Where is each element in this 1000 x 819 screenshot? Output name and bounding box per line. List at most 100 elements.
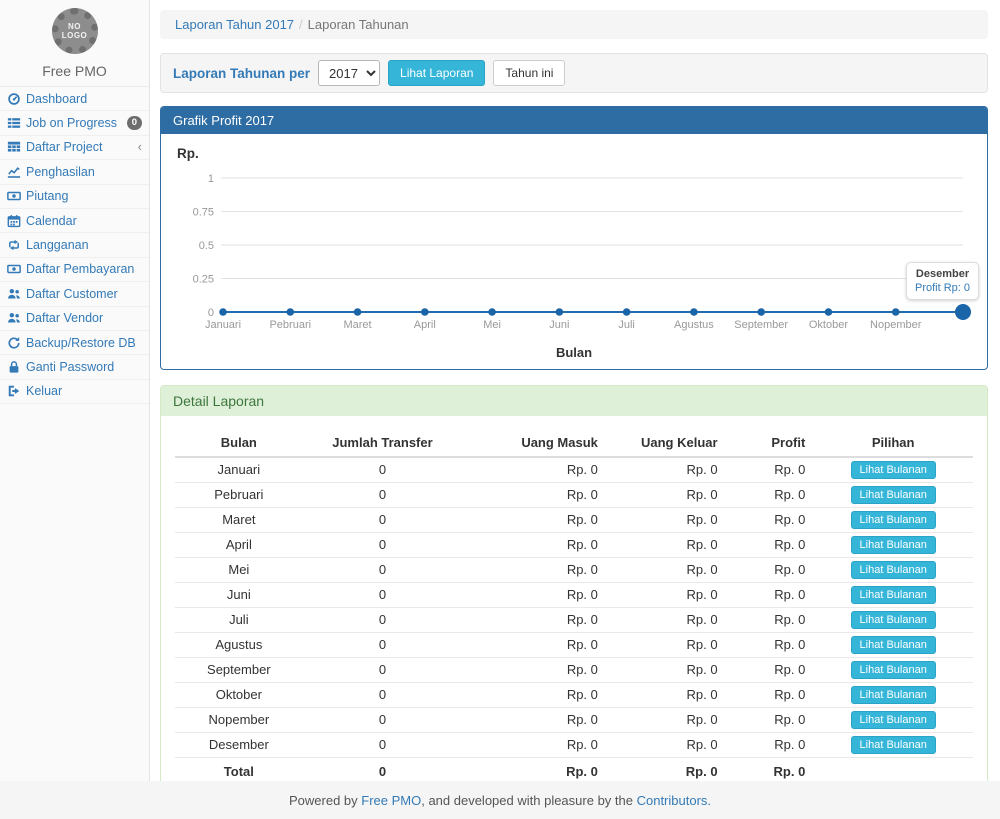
- cell-pilihan: Lihat Bulanan: [813, 583, 973, 608]
- cell-pilihan: Lihat Bulanan: [813, 457, 973, 483]
- data-point-pebruari[interactable]: [286, 308, 294, 316]
- cell-jumlah-transfer: 0: [303, 483, 463, 508]
- x-tick-label: April: [414, 319, 436, 331]
- cell-bulan: September: [175, 658, 303, 683]
- sidebar-item-keluar[interactable]: Keluar: [0, 380, 149, 404]
- view-monthly-button-juli[interactable]: Lihat Bulanan: [851, 611, 936, 629]
- cell-uang-masuk: Rp. 0: [462, 608, 606, 633]
- cell-profit: Rp. 0: [726, 708, 814, 733]
- cell-uang-keluar: Rp. 0: [606, 457, 726, 483]
- this-year-button[interactable]: Tahun ini: [493, 60, 565, 86]
- chart-panel-title: Grafik Profit 2017: [161, 107, 987, 134]
- cell-profit: Rp. 0: [726, 508, 814, 533]
- sidebar-item-ganti-password[interactable]: Ganti Password: [0, 355, 149, 379]
- column-header-uang-keluar: Uang Keluar: [606, 430, 726, 457]
- x-tick-label: Agustus: [674, 319, 714, 331]
- column-header-pilihan: Pilihan: [813, 430, 973, 457]
- sidebar-item-label: Calendar: [26, 214, 142, 228]
- table-row-juni: Juni0Rp. 0Rp. 0Rp. 0Lihat Bulanan: [175, 583, 973, 608]
- x-tick-label: Pebruari: [269, 319, 311, 331]
- table-header-row: BulanJumlah TransferUang MasukUang Kelua…: [175, 430, 973, 457]
- y-tick-label: 0: [208, 307, 214, 319]
- data-point-juni[interactable]: [556, 308, 564, 316]
- report-filter-bar: Laporan Tahunan per 2017 Lihat Laporan T…: [160, 53, 988, 93]
- monthly-report-table: BulanJumlah TransferUang MasukUang Kelua…: [175, 430, 973, 786]
- cell-profit: Rp. 0: [726, 733, 814, 758]
- sidebar-item-backup-restore-db[interactable]: Backup/Restore DB: [0, 331, 149, 355]
- data-point-oktober[interactable]: [825, 308, 833, 316]
- view-monthly-button-januari[interactable]: Lihat Bulanan: [851, 461, 936, 479]
- view-monthly-button-pebruari[interactable]: Lihat Bulanan: [851, 486, 936, 504]
- list-icon: [7, 116, 21, 130]
- data-point-april[interactable]: [421, 308, 429, 316]
- x-tick-label: Oktober: [809, 319, 848, 331]
- sidebar-item-daftar-customer[interactable]: Daftar Customer: [0, 282, 149, 306]
- cell-uang-keluar: Rp. 0: [606, 733, 726, 758]
- view-monthly-button-april[interactable]: Lihat Bulanan: [851, 536, 936, 554]
- cell-jumlah-transfer: 0: [303, 533, 463, 558]
- data-point-nopember[interactable]: [892, 308, 900, 316]
- table-row-agustus: Agustus0Rp. 0Rp. 0Rp. 0Lihat Bulanan: [175, 633, 973, 658]
- no-logo-gear-badge: NO LOGO: [52, 8, 98, 54]
- cell-bulan: Mei: [175, 558, 303, 583]
- view-monthly-button-maret[interactable]: Lihat Bulanan: [851, 511, 936, 529]
- breadcrumb-link-laporan-tahun[interactable]: Laporan Tahun 2017: [175, 17, 294, 32]
- x-tick-label: Juni: [549, 319, 569, 331]
- view-monthly-button-oktober[interactable]: Lihat Bulanan: [851, 686, 936, 704]
- sidebar-item-label: Keluar: [26, 384, 142, 398]
- cell-uang-masuk: Rp. 0: [462, 658, 606, 683]
- cell-jumlah-transfer: 0: [303, 508, 463, 533]
- table-row-oktober: Oktober0Rp. 0Rp. 0Rp. 0Lihat Bulanan: [175, 683, 973, 708]
- cell-uang-keluar: Rp. 0: [606, 558, 726, 583]
- column-header-jumlah-transfer: Jumlah Transfer: [303, 430, 463, 457]
- sidebar-item-langganan[interactable]: Langganan: [0, 233, 149, 257]
- sidebar-item-job-on-progress[interactable]: Job on Progress0: [0, 111, 149, 135]
- sidebar-item-daftar-project[interactable]: Daftar Project‹: [0, 136, 149, 160]
- view-monthly-button-september[interactable]: Lihat Bulanan: [851, 661, 936, 679]
- cell-profit: Rp. 0: [726, 483, 814, 508]
- free-pmo-link[interactable]: Free PMO: [361, 793, 421, 808]
- sidebar-item-label: Piutang: [26, 189, 142, 203]
- view-monthly-button-agustus[interactable]: Lihat Bulanan: [851, 636, 936, 654]
- data-point-september[interactable]: [757, 308, 765, 316]
- sidebar-item-penghasilan[interactable]: Penghasilan: [0, 160, 149, 184]
- y-tick-label: 0.5: [199, 240, 214, 252]
- contributors-link[interactable]: Contributors.: [637, 793, 711, 808]
- year-select[interactable]: 2017: [318, 60, 380, 86]
- cell-jumlah-transfer: 0: [303, 583, 463, 608]
- cell-jumlah-transfer: 0: [303, 708, 463, 733]
- view-report-button[interactable]: Lihat Laporan: [388, 60, 485, 86]
- sidebar: NO LOGO Free PMO DashboardJob on Progres…: [0, 0, 150, 781]
- cell-pilihan: Lihat Bulanan: [813, 658, 973, 683]
- cell-uang-keluar: Rp. 0: [606, 608, 726, 633]
- main-content: Laporan Tahun 2017/Laporan Tahunan Lapor…: [150, 0, 1000, 781]
- cell-uang-keluar: Rp. 0: [606, 708, 726, 733]
- x-tick-label: Mei: [483, 319, 501, 331]
- data-point-juli[interactable]: [623, 308, 631, 316]
- sidebar-item-label: Job on Progress: [26, 116, 122, 130]
- view-monthly-button-mei[interactable]: Lihat Bulanan: [851, 561, 936, 579]
- data-point-januari[interactable]: [219, 308, 227, 316]
- users-icon: [7, 287, 21, 301]
- column-header-uang-masuk: Uang Masuk: [462, 430, 606, 457]
- data-point-desember[interactable]: [955, 304, 971, 320]
- data-point-maret[interactable]: [354, 308, 362, 316]
- cell-profit: Rp. 0: [726, 558, 814, 583]
- breadcrumb: Laporan Tahun 2017/Laporan Tahunan: [160, 10, 988, 39]
- view-monthly-button-juni[interactable]: Lihat Bulanan: [851, 586, 936, 604]
- cell-uang-keluar: Rp. 0: [606, 583, 726, 608]
- sidebar-item-label: Daftar Vendor: [26, 311, 142, 325]
- data-point-mei[interactable]: [488, 308, 496, 316]
- sidebar-item-dashboard[interactable]: Dashboard: [0, 87, 149, 111]
- sidebar-item-label: Backup/Restore DB: [26, 336, 142, 350]
- cell-pilihan: Lihat Bulanan: [813, 683, 973, 708]
- sidebar-item-daftar-vendor[interactable]: Daftar Vendor: [0, 307, 149, 331]
- sidebar-item-piutang[interactable]: Piutang: [0, 185, 149, 209]
- sidebar-item-calendar[interactable]: Calendar: [0, 209, 149, 233]
- cell-pilihan: Lihat Bulanan: [813, 633, 973, 658]
- sidebar-item-daftar-pembayaran[interactable]: Daftar Pembayaran: [0, 258, 149, 282]
- view-monthly-button-desember[interactable]: Lihat Bulanan: [851, 736, 936, 754]
- data-point-agustus[interactable]: [690, 308, 698, 316]
- view-monthly-button-nopember[interactable]: Lihat Bulanan: [851, 711, 936, 729]
- cell-uang-masuk: Rp. 0: [462, 457, 606, 483]
